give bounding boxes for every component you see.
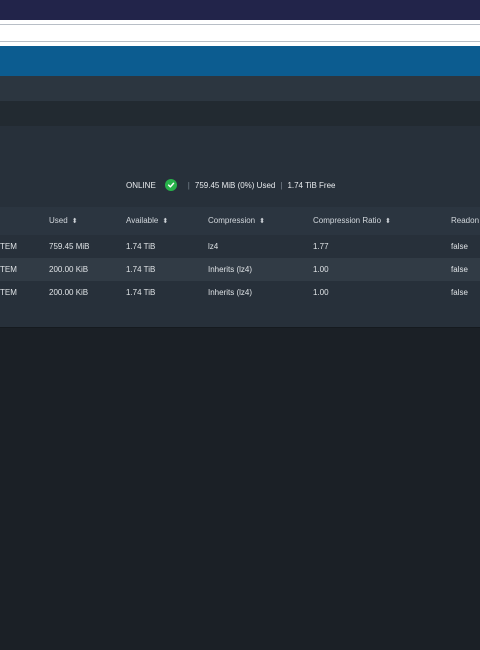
table-row[interactable]: TEM 759.45 MiB 1.74 TiB lz4 1.77 false <box>0 235 480 258</box>
toolbar <box>0 101 480 126</box>
sort-icon[interactable]: ⬍ <box>259 208 265 236</box>
cell-compression-ratio: 1.00 <box>313 288 329 297</box>
search-input[interactable] <box>0 24 480 42</box>
table-header: Used ⬍ Available ⬍ Compression ⬍ Compressio… <box>0 207 480 235</box>
table-row[interactable]: TEM 200.00 KiB 1.74 TiB Inherits (lz4) 1… <box>0 258 480 281</box>
column-compression-ratio[interactable]: Compression Ratio ⬍ <box>313 207 391 236</box>
top-bar <box>0 0 480 20</box>
cell-used: 200.00 KiB <box>49 288 89 297</box>
cell-compression-ratio: 1.00 <box>313 265 329 274</box>
pool-status: ONLINE | 759.45 MiB (0%) Used | 1.74 TiB… <box>126 178 335 192</box>
cell-compression: Inherits (lz4) <box>208 288 253 297</box>
cell-readonly: false <box>451 265 468 274</box>
cell-compression: lz4 <box>208 242 219 251</box>
table-row[interactable]: TEM 200.00 KiB 1.74 TiB Inherits (lz4) 1… <box>0 281 480 304</box>
cell-available: 1.74 TiB <box>126 265 156 274</box>
sort-icon[interactable]: ⬍ <box>162 208 168 236</box>
cell-used: 200.00 KiB <box>49 265 89 274</box>
cell-name: TEM <box>0 242 17 251</box>
search-bar-area <box>0 20 480 46</box>
sort-icon[interactable]: ⬍ <box>72 208 78 236</box>
app-header <box>0 46 480 76</box>
column-used[interactable]: Used ⬍ <box>49 207 78 236</box>
column-readonly[interactable]: Readon <box>451 207 479 235</box>
separator: | <box>280 180 283 190</box>
breadcrumb-bar <box>0 76 480 101</box>
check-icon <box>164 179 177 191</box>
column-compression[interactable]: Compression ⬍ <box>208 207 265 236</box>
cell-compression-ratio: 1.77 <box>313 242 329 251</box>
cell-name: TEM <box>0 265 17 274</box>
cell-readonly: false <box>451 288 468 297</box>
status-used: 759.45 MiB (0%) Used <box>194 180 276 190</box>
empty-content-area <box>0 328 480 650</box>
separator: | <box>187 180 190 190</box>
cell-used: 759.45 MiB <box>49 242 90 251</box>
cell-available: 1.74 TiB <box>126 288 156 297</box>
column-available[interactable]: Available ⬍ <box>126 207 168 236</box>
status-state: ONLINE <box>126 180 156 190</box>
status-free: 1.74 TiB Free <box>287 180 336 190</box>
cell-compression: Inherits (lz4) <box>208 265 253 274</box>
sort-icon[interactable]: ⬍ <box>385 208 391 236</box>
cell-available: 1.74 TiB <box>126 242 156 251</box>
cell-readonly: false <box>451 242 468 251</box>
cell-name: TEM <box>0 288 17 297</box>
